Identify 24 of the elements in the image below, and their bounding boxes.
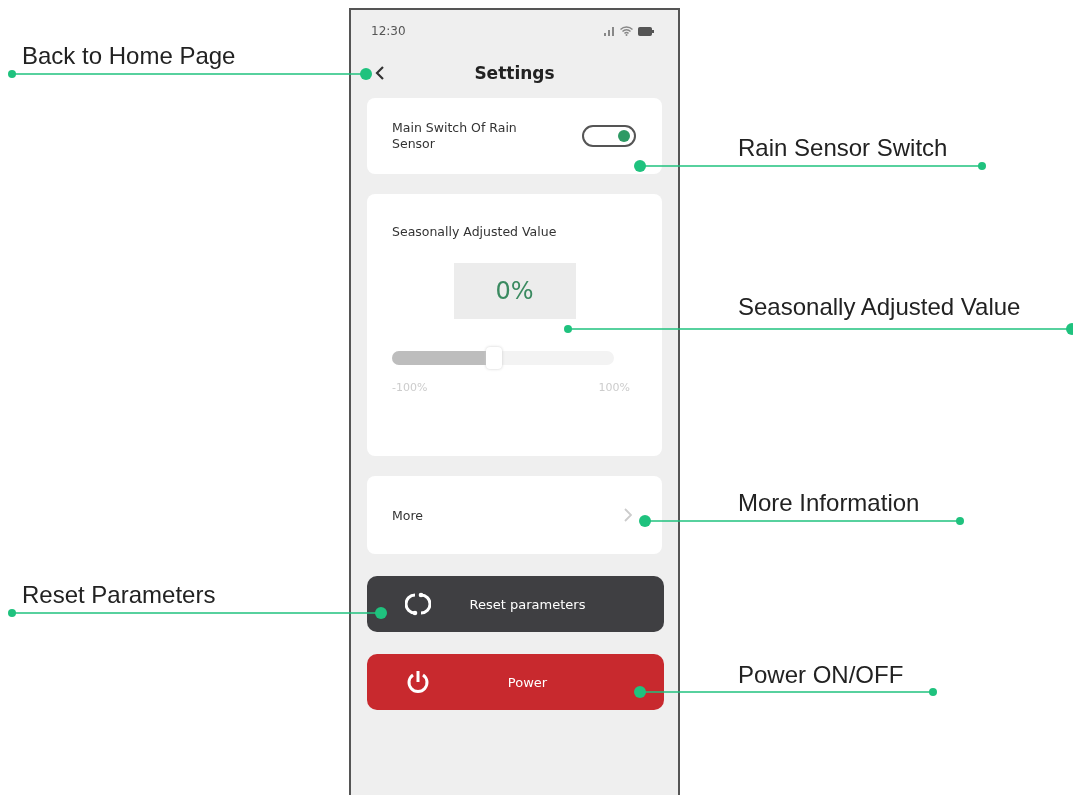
more-label: More (392, 507, 423, 523)
battery-icon (638, 26, 654, 36)
page-title: Settings (474, 63, 555, 83)
callout-label: More Information (738, 489, 920, 517)
back-icon[interactable] (375, 66, 385, 80)
callout-label: Rain Sensor Switch (738, 134, 948, 162)
power-button[interactable]: Power (367, 654, 664, 710)
callout-label: Seasonally Adjusted Value (738, 293, 1021, 321)
refresh-icon (405, 591, 431, 617)
callout-label: Reset Parameters (22, 581, 216, 609)
toggle-switch[interactable] (582, 125, 636, 147)
power-icon (405, 669, 431, 695)
signal-icon (604, 26, 615, 36)
setting-label: Seasonally Adjusted Value (392, 224, 558, 239)
reset-button[interactable]: Reset parameters (367, 576, 664, 632)
more-row[interactable]: More (367, 476, 662, 554)
setting-label: Main Switch Of Rain Sensor (392, 119, 518, 153)
slider-thumb[interactable] (485, 347, 502, 369)
chevron-right-icon (624, 508, 632, 522)
callout-label: Power ON/OFF (738, 661, 904, 689)
value-display: 0% (453, 263, 576, 319)
callout-label: Back to Home Page (22, 42, 236, 70)
status-time: 12:30 (371, 24, 406, 38)
wifi-icon (620, 26, 633, 36)
